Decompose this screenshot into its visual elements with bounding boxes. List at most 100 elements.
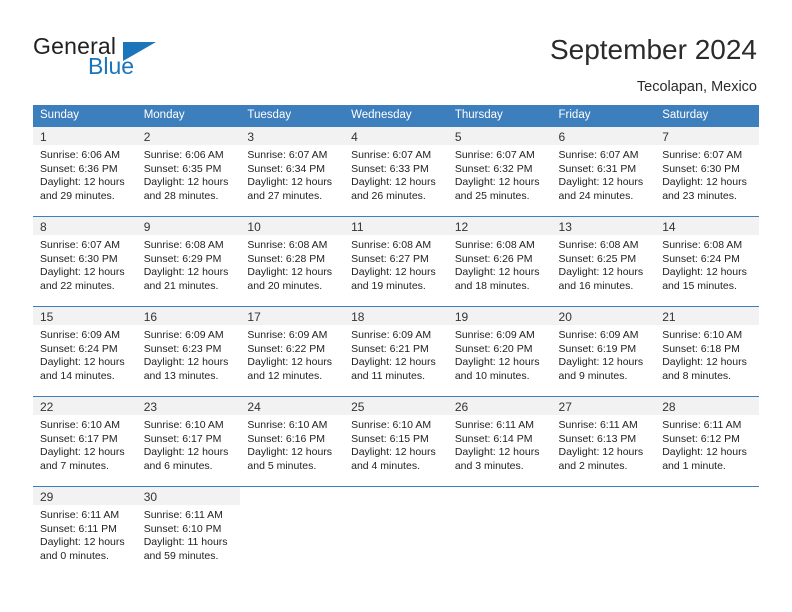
weekday-header-sunday: Sunday [33, 105, 137, 127]
sunset-text: Sunset: 6:35 PM [143, 162, 222, 175]
calendar-day-cell[interactable]: 28 Sunrise: 6:11 AM Sunset: 6:12 PM Dayligh… [655, 396, 759, 487]
daylight-text-line2: and 18 minutes. [454, 279, 530, 292]
calendar-day-cell[interactable]: 24 Sunrise: 6:10 AM Sunset: 6:16 PM Dayligh… [240, 396, 345, 487]
calendar-week-row: 22 Sunrise: 6:10 AM Sunset: 6:17 PM Dayligh… [33, 396, 759, 487]
day-details: Sunrise: 6:08 AM Sunset: 6:28 PM Daylight:… [240, 235, 344, 293]
day-number: 16 [143, 310, 158, 324]
calendar-day-cell[interactable]: 18 Sunrise: 6:09 AM Sunset: 6:21 PM Dayligh… [344, 306, 448, 397]
day-details: Sunrise: 6:07 AM Sunset: 6:31 PM Daylight:… [552, 145, 656, 203]
daylight-text-line2: and 11 minutes. [351, 369, 426, 382]
day-details: Sunrise: 6:09 AM Sunset: 6:24 PM Daylight:… [33, 325, 137, 383]
sunrise-text: Sunrise: 6:07 AM [247, 149, 328, 161]
calendar-day-cell[interactable]: 3 Sunrise: 6:07 AM Sunset: 6:34 PM Daylight… [240, 126, 345, 217]
sunrise-text: Sunrise: 6:10 AM [351, 419, 432, 431]
sunrise-text: Sunrise: 6:09 AM [558, 329, 639, 341]
day-details: Sunrise: 6:09 AM Sunset: 6:19 PM Daylight:… [552, 325, 656, 383]
day-details: Sunrise: 6:06 AM Sunset: 6:36 PM Daylight:… [33, 145, 137, 203]
day-number-band: 17 [240, 307, 345, 325]
sunrise-text: Sunrise: 6:08 AM [143, 239, 224, 251]
calendar-day-cell[interactable]: 17 Sunrise: 6:09 AM Sunset: 6:22 PM Dayligh… [240, 306, 345, 397]
calendar-day-cell[interactable]: 5 Sunrise: 6:07 AM Sunset: 6:32 PM Daylight… [447, 126, 552, 217]
calendar-day-cell[interactable]: 19 Sunrise: 6:09 AM Sunset: 6:20 PM Dayligh… [447, 306, 552, 397]
day-details: Sunrise: 6:07 AM Sunset: 6:30 PM Daylight:… [655, 145, 759, 203]
calendar-cell-empty [344, 486, 448, 576]
day-details: Sunrise: 6:07 AM Sunset: 6:33 PM Daylight:… [344, 145, 448, 203]
calendar-day-cell[interactable]: 12 Sunrise: 6:08 AM Sunset: 6:26 PM Dayligh… [447, 216, 552, 307]
calendar-day-cell[interactable]: 26 Sunrise: 6:11 AM Sunset: 6:14 PM Dayligh… [447, 396, 552, 487]
daylight-text-line2: and 59 minutes. [143, 549, 219, 562]
day-number-band: 8 [33, 217, 137, 235]
calendar-day-cell[interactable]: 30 Sunrise: 6:11 AM Sunset: 6:10 PM Dayligh… [136, 486, 241, 576]
calendar-day-cell[interactable]: 4 Sunrise: 6:07 AM Sunset: 6:33 PM Daylight… [344, 126, 448, 217]
sunset-text: Sunset: 6:36 PM [40, 162, 118, 175]
calendar-day-cell[interactable]: 1 Sunrise: 6:06 AM Sunset: 6:36 PM Daylight… [33, 126, 137, 217]
calendar-day-cell[interactable]: 9 Sunrise: 6:08 AM Sunset: 6:29 PM Daylight… [136, 216, 241, 307]
sunset-text: Sunset: 6:17 PM [40, 432, 118, 445]
weekday-header-saturday: Saturday [655, 105, 759, 127]
sunrise-text: Sunrise: 6:07 AM [662, 149, 743, 161]
sunset-text: Sunset: 6:24 PM [662, 252, 740, 265]
daylight-text-line2: and 23 minutes. [662, 189, 737, 202]
calendar-day-cell[interactable]: 22 Sunrise: 6:10 AM Sunset: 6:17 PM Dayligh… [33, 396, 137, 487]
sunset-text: Sunset: 6:33 PM [351, 162, 429, 175]
day-number-band [551, 487, 656, 505]
day-number: 15 [40, 310, 54, 324]
day-number-band: 4 [344, 127, 448, 145]
day-details: Sunrise: 6:08 AM Sunset: 6:24 PM Daylight:… [655, 235, 759, 293]
day-number-band: 18 [344, 307, 448, 325]
daylight-text-line2: and 19 minutes. [351, 279, 426, 292]
day-number: 8 [40, 220, 47, 234]
daylight-text-line1: Daylight: 12 hours [40, 446, 125, 459]
calendar-day-cell[interactable]: 21 Sunrise: 6:10 AM Sunset: 6:18 PM Dayligh… [655, 306, 759, 397]
day-number-band: 9 [136, 217, 241, 235]
calendar-day-cell[interactable]: 7 Sunrise: 6:07 AM Sunset: 6:30 PM Daylight… [655, 126, 759, 217]
daylight-text-line1: Daylight: 12 hours [247, 356, 333, 369]
daylight-text-line1: Daylight: 12 hours [558, 356, 644, 369]
day-details: Sunrise: 6:10 AM Sunset: 6:16 PM Daylight:… [240, 415, 344, 473]
calendar-day-cell[interactable]: 16 Sunrise: 6:09 AM Sunset: 6:23 PM Dayligh… [136, 306, 241, 397]
calendar-day-cell[interactable]: 29 Sunrise: 6:11 AM Sunset: 6:11 PM Dayligh… [33, 486, 137, 576]
calendar-day-cell[interactable]: 13 Sunrise: 6:08 AM Sunset: 6:25 PM Dayligh… [551, 216, 656, 307]
daylight-text-line2: and 3 minutes. [454, 459, 524, 472]
calendar-day-cell[interactable]: 8 Sunrise: 6:07 AM Sunset: 6:30 PM Daylight… [33, 216, 137, 307]
sunset-text: Sunset: 6:25 PM [558, 252, 637, 265]
calendar-day-cell[interactable]: 20 Sunrise: 6:09 AM Sunset: 6:19 PM Dayligh… [551, 306, 656, 397]
day-details: Sunrise: 6:07 AM Sunset: 6:32 PM Daylight:… [448, 145, 552, 203]
calendar-day-cell[interactable]: 11 Sunrise: 6:08 AM Sunset: 6:27 PM Dayligh… [344, 216, 448, 307]
daylight-text-line1: Daylight: 11 hours [143, 536, 228, 549]
daylight-text-line1: Daylight: 12 hours [40, 356, 125, 369]
sunrise-text: Sunrise: 6:08 AM [351, 239, 432, 251]
day-number-band: 30 [136, 487, 241, 505]
sunrise-text: Sunrise: 6:07 AM [351, 149, 432, 161]
day-number: 28 [662, 400, 676, 414]
calendar-day-cell[interactable]: 25 Sunrise: 6:10 AM Sunset: 6:15 PM Dayligh… [344, 396, 448, 487]
calendar-header-row: Sunday Monday Tuesday Wednesday Thursday… [33, 105, 759, 127]
calendar-cell-empty [447, 486, 552, 576]
sunrise-text: Sunrise: 6:09 AM [143, 329, 224, 341]
calendar-day-cell[interactable]: 23 Sunrise: 6:10 AM Sunset: 6:17 PM Dayligh… [136, 396, 241, 487]
daylight-text-line1: Daylight: 12 hours [40, 536, 125, 549]
calendar-day-cell[interactable]: 15 Sunrise: 6:09 AM Sunset: 6:24 PM Dayligh… [33, 306, 137, 397]
sunset-text: Sunset: 6:32 PM [454, 162, 533, 175]
calendar-day-cell[interactable]: 10 Sunrise: 6:08 AM Sunset: 6:28 PM Dayligh… [240, 216, 345, 307]
day-number-band: 25 [344, 397, 448, 415]
day-details: Sunrise: 6:07 AM Sunset: 6:34 PM Daylight:… [240, 145, 344, 203]
day-number: 13 [558, 220, 572, 234]
daylight-text-line1: Daylight: 12 hours [247, 266, 333, 279]
day-number-band: 20 [551, 307, 656, 325]
day-number-band [655, 487, 759, 505]
day-number-band: 19 [447, 307, 552, 325]
calendar-day-cell[interactable]: 14 Sunrise: 6:08 AM Sunset: 6:24 PM Dayligh… [655, 216, 759, 307]
day-number: 12 [454, 220, 469, 234]
day-details: Sunrise: 6:09 AM Sunset: 6:20 PM Daylight:… [448, 325, 552, 383]
day-number-band: 22 [33, 397, 137, 415]
day-number: 18 [351, 310, 365, 324]
calendar-day-cell[interactable]: 27 Sunrise: 6:11 AM Sunset: 6:13 PM Dayligh… [551, 396, 656, 487]
calendar-day-cell[interactable]: 6 Sunrise: 6:07 AM Sunset: 6:31 PM Daylight… [551, 126, 656, 217]
day-number: 29 [40, 490, 54, 504]
weekday-header-thursday: Thursday [447, 105, 552, 127]
sunset-text: Sunset: 6:11 PM [40, 522, 117, 535]
general-blue-logo[interactable]: General Blue [33, 33, 213, 83]
day-number-band: 15 [33, 307, 137, 325]
calendar-day-cell[interactable]: 2 Sunrise: 6:06 AM Sunset: 6:35 PM Daylight… [136, 126, 241, 217]
